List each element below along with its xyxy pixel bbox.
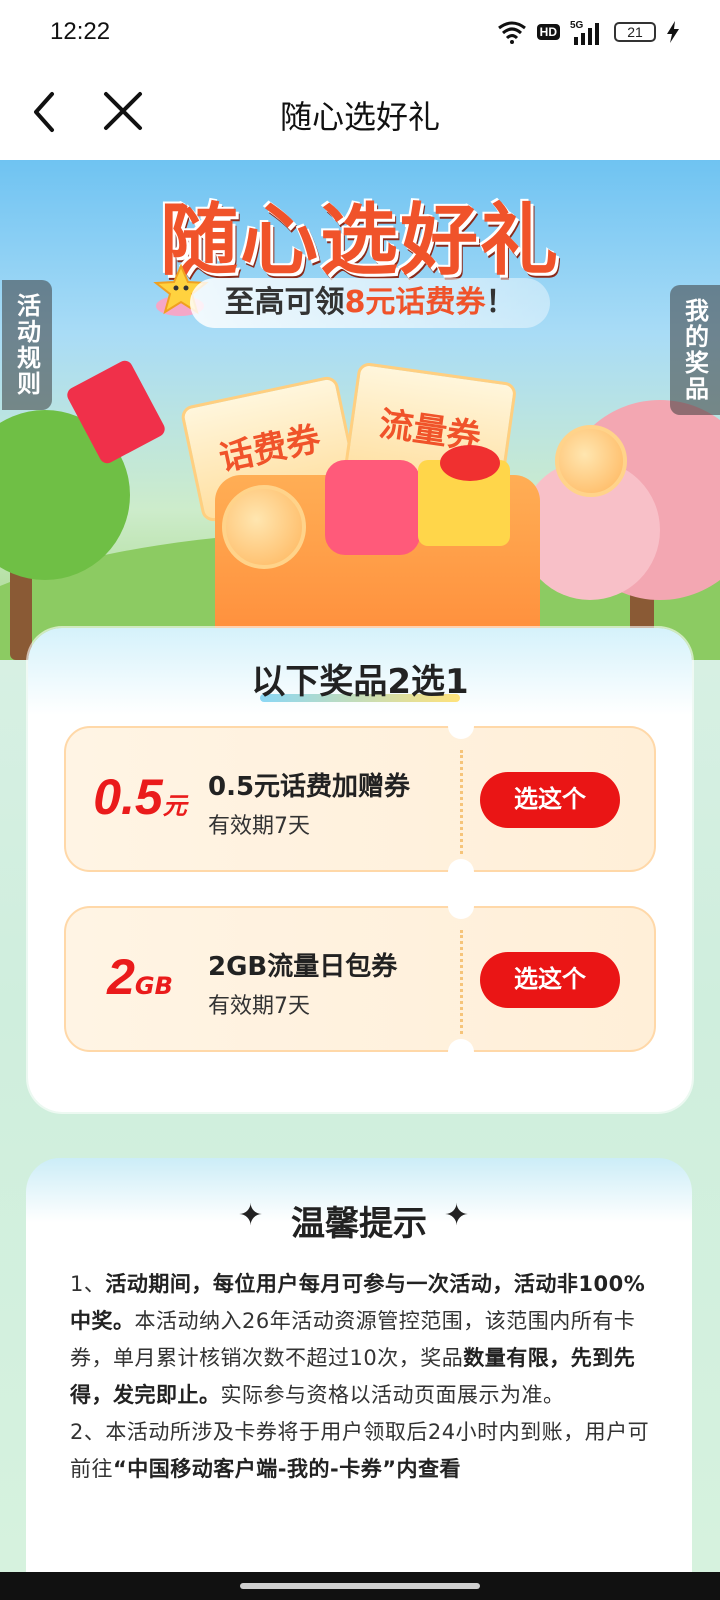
select-prize-button[interactable]: 选这个: [480, 772, 620, 828]
charging-icon: [667, 21, 679, 43]
tip-text: 实际参与资格以活动页面展示为准。: [220, 1383, 565, 1407]
home-indicator[interactable]: [240, 1583, 480, 1589]
hero-subtitle: 至高可领8元话费券！: [190, 278, 550, 328]
status-time: 12:22: [50, 18, 111, 45]
prize-amount: 2GB: [80, 948, 200, 1006]
activity-rules-tab[interactable]: 活动规则: [2, 280, 52, 410]
tips-heading: 温馨提示: [291, 1204, 427, 1244]
tip-bold-text: “中国移动客户端-我的-卡券”内查看: [113, 1457, 462, 1481]
prize-amount: 0.5元: [80, 768, 200, 826]
battery-indicator: 21: [614, 22, 656, 42]
ticket-notch: [448, 1039, 474, 1052]
hero-title: 随心选好礼: [159, 196, 560, 286]
tip-text: 1、: [70, 1272, 106, 1296]
purse-icon: [325, 460, 420, 555]
status-icons: HD 5G 21: [497, 18, 680, 46]
tips-panel: ✦ 温馨提示 ✦ 1、活动期间，每位用户每月可参与一次活动，活动非100%中奖。…: [26, 1158, 692, 1600]
prize-amount-value: 2: [107, 949, 135, 1005]
my-prizes-tab[interactable]: 我的奖品: [670, 285, 720, 415]
coin-icon: [222, 485, 306, 569]
ticket-notch: [448, 726, 474, 739]
prize-heading: 以下奖品2选1: [251, 662, 469, 702]
prize-amount-unit: GB: [134, 972, 173, 1000]
prize-amount-unit: 元: [162, 792, 187, 820]
prize-panel: 以下奖品2选1 0.5元 0.5元话费加赠券 有效期7天 选这个 2GB 2GB…: [28, 628, 692, 1112]
page-title: 随心选好礼: [279, 98, 440, 136]
ticket-divider: [460, 750, 463, 854]
select-prize-button[interactable]: 选这个: [480, 952, 620, 1008]
status-bar: 12:22 HD 5G 21: [0, 0, 720, 64]
subtitle-prefix: 至高可领: [224, 285, 345, 320]
nav-bar: 随心选好礼: [0, 64, 720, 160]
subtitle-suffix: ！: [485, 285, 516, 320]
signal-icon: 5G: [570, 20, 599, 45]
wifi-icon: [497, 21, 526, 44]
prize-validity: 有效期7天: [208, 814, 310, 839]
hd-badge: HD: [536, 24, 560, 40]
prize-validity: 有效期7天: [208, 994, 310, 1019]
tips-body: 1、活动期间，每位用户每月可参与一次活动，活动非100%中奖。本活动纳入26年活…: [70, 1266, 650, 1488]
gift-bow-icon: [440, 445, 500, 481]
prize-option: 0.5元 0.5元话费加赠券 有效期7天 选这个: [64, 726, 656, 872]
gesture-bar: [0, 1572, 720, 1600]
prize-name: 2GB流量日包券: [208, 952, 398, 982]
subtitle-highlight: 8元话费券: [344, 285, 486, 320]
network-label: 5G: [570, 20, 584, 31]
ticket-divider: [460, 930, 463, 1034]
coin-icon: [555, 425, 627, 497]
ticket-notch: [448, 859, 474, 872]
sparkle-icon: ✦: [444, 1198, 470, 1233]
hero-banner: 随心选好礼 至高可领8元话费券！ 活动规则 我的奖品 话费券 流量券: [0, 160, 720, 660]
prize-amount-value: 0.5: [93, 769, 163, 825]
ticket-notch: [448, 906, 474, 919]
prize-name: 0.5元话费加赠券: [208, 772, 411, 802]
prize-option: 2GB 2GB流量日包券 有效期7天 选这个: [64, 906, 656, 1052]
